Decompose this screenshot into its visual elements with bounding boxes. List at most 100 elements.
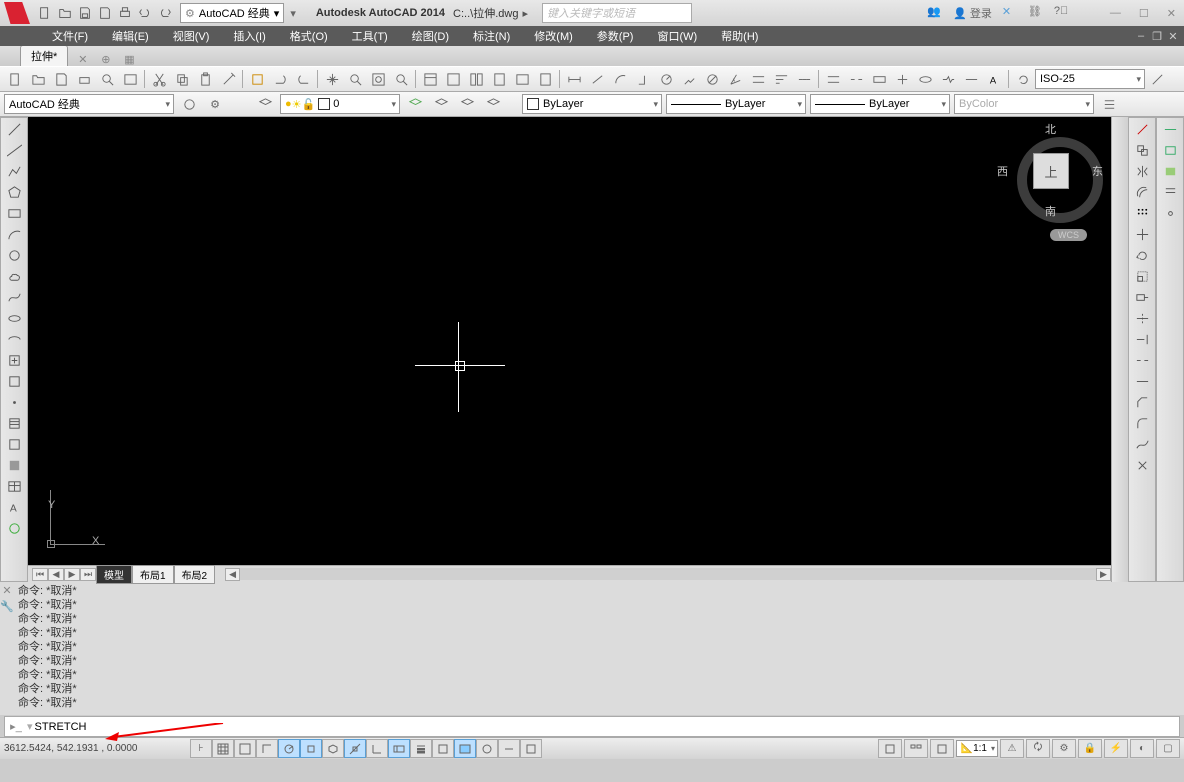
ellipse-icon[interactable] xyxy=(4,309,24,327)
copy-icon[interactable] xyxy=(171,68,193,90)
sheetset-icon[interactable] xyxy=(488,68,510,90)
workspace-selector[interactable]: ⚙ AutoCAD 经典 ▾ xyxy=(180,3,284,23)
area-icon[interactable] xyxy=(1160,141,1180,159)
diameter-dim-icon[interactable] xyxy=(701,68,723,90)
tab-menu-icon[interactable]: ▦ xyxy=(124,53,137,66)
menu-dimension[interactable]: 标注(N) xyxy=(461,28,522,44)
hscroll-right-icon[interactable]: ▶ xyxy=(1096,568,1111,581)
tab-plus-icon[interactable]: ⊕ xyxy=(101,53,114,66)
continue-dim-icon[interactable] xyxy=(793,68,815,90)
fillet-icon[interactable] xyxy=(1132,414,1152,432)
region-mass-icon[interactable] xyxy=(1160,162,1180,180)
angular-dim-icon[interactable] xyxy=(724,68,746,90)
maximize-icon[interactable]: ☐ xyxy=(1139,7,1149,20)
paste-icon[interactable] xyxy=(194,68,216,90)
menu-parametric[interactable]: 参数(P) xyxy=(585,28,646,44)
table-icon[interactable] xyxy=(4,477,24,495)
menu-help[interactable]: 帮助(H) xyxy=(709,28,770,44)
new-icon[interactable] xyxy=(4,68,26,90)
save-icon[interactable] xyxy=(76,4,94,22)
chevron-down-icon[interactable]: ▾ xyxy=(290,7,296,20)
chamfer-icon[interactable] xyxy=(1132,393,1152,411)
region-icon[interactable] xyxy=(4,456,24,474)
inspect-icon[interactable] xyxy=(914,68,936,90)
help-icon[interactable]: ?⃝ xyxy=(1054,5,1070,21)
spline-icon[interactable] xyxy=(4,288,24,306)
pan-icon[interactable] xyxy=(321,68,343,90)
ws-switch-icon[interactable]: ⚙ xyxy=(1052,739,1076,758)
layer-combo[interactable]: ● ☀ 🔓 0 xyxy=(280,94,400,114)
radius-dim-icon[interactable] xyxy=(655,68,677,90)
polar-icon[interactable] xyxy=(278,739,300,758)
dimstyle-combo[interactable]: ISO-25 xyxy=(1035,69,1145,89)
tab-prev-icon[interactable]: ◀ xyxy=(48,568,64,581)
point-icon[interactable] xyxy=(4,393,24,411)
otrack-icon[interactable] xyxy=(344,739,366,758)
polygon-icon[interactable] xyxy=(4,183,24,201)
cmd-close-icon[interactable]: ✕ xyxy=(2,584,11,597)
undo-icon[interactable] xyxy=(269,68,291,90)
addselected-icon[interactable] xyxy=(4,519,24,537)
id-icon[interactable] xyxy=(1160,204,1180,222)
array-icon[interactable] xyxy=(1132,204,1152,222)
toolpalettes-icon[interactable] xyxy=(465,68,487,90)
list-icon[interactable] xyxy=(1098,93,1120,115)
workspace-gear-icon[interactable]: ⚙ xyxy=(204,93,226,115)
quickcalc-icon[interactable] xyxy=(534,68,556,90)
vertical-scrollbar[interactable] xyxy=(1111,117,1128,582)
plotstyle-combo[interactable]: ByColor xyxy=(954,94,1094,114)
distance-icon[interactable] xyxy=(1160,120,1180,138)
designcenter-icon[interactable] xyxy=(442,68,464,90)
ordinate-dim-icon[interactable] xyxy=(632,68,654,90)
rectangle-icon[interactable] xyxy=(4,204,24,222)
layer-previous-icon[interactable] xyxy=(404,93,426,115)
cut-icon[interactable] xyxy=(148,68,170,90)
command-input[interactable] xyxy=(33,720,1179,734)
osnap-icon[interactable] xyxy=(300,739,322,758)
make-block-icon[interactable] xyxy=(4,372,24,390)
menu-file[interactable]: 文件(F) xyxy=(40,28,100,44)
break-icon[interactable] xyxy=(1132,351,1152,369)
menu-tools[interactable]: 工具(T) xyxy=(340,28,400,44)
minimize-icon[interactable]: — xyxy=(1110,7,1121,20)
offset-icon[interactable] xyxy=(1132,183,1152,201)
jogline-icon[interactable] xyxy=(937,68,959,90)
dyn-icon[interactable] xyxy=(388,739,410,758)
list2-icon[interactable] xyxy=(1160,183,1180,201)
hatch-icon[interactable] xyxy=(4,414,24,432)
tab-last-icon[interactable]: ⏭ xyxy=(80,568,96,581)
cmd-wrench-icon[interactable]: 🔧 xyxy=(0,600,14,613)
app-logo-icon[interactable] xyxy=(4,2,30,24)
open-icon[interactable] xyxy=(56,4,74,22)
circle-icon[interactable] xyxy=(4,246,24,264)
blend-icon[interactable] xyxy=(1132,435,1152,453)
viewcube-face[interactable]: 上 xyxy=(1033,153,1069,189)
arc-dim-icon[interactable] xyxy=(609,68,631,90)
baseline-dim-icon[interactable] xyxy=(770,68,792,90)
layer-manager-icon[interactable] xyxy=(254,93,276,115)
dimbreak-icon[interactable] xyxy=(845,68,867,90)
join-icon[interactable] xyxy=(1132,372,1152,390)
scale-icon[interactable] xyxy=(1132,267,1152,285)
qp-icon[interactable] xyxy=(454,739,476,758)
ducs-icon[interactable] xyxy=(366,739,388,758)
quickview-layouts-icon[interactable] xyxy=(904,739,928,758)
tab-document[interactable]: 拉伸* xyxy=(20,45,68,66)
tolerance-icon[interactable] xyxy=(868,68,890,90)
dimedit-icon[interactable] xyxy=(960,68,982,90)
matchprop-icon[interactable] xyxy=(217,68,239,90)
arc-icon[interactable] xyxy=(4,225,24,243)
layer-isolate-icon[interactable] xyxy=(456,93,478,115)
explode-icon[interactable] xyxy=(1132,456,1152,474)
menu-edit[interactable]: 编辑(E) xyxy=(100,28,161,44)
dimspace-icon[interactable] xyxy=(822,68,844,90)
toolbar-lock-icon[interactable]: 🔒 xyxy=(1078,739,1102,758)
print-icon[interactable] xyxy=(116,4,134,22)
linear-dim-icon[interactable] xyxy=(563,68,585,90)
3dosnap-icon[interactable] xyxy=(322,739,344,758)
menu-draw[interactable]: 绘图(D) xyxy=(400,28,461,44)
clean-screen-icon[interactable]: ▢ xyxy=(1156,739,1180,758)
modelspace-icon[interactable] xyxy=(878,739,902,758)
zoom-prev-icon[interactable] xyxy=(390,68,412,90)
tab-layout2[interactable]: 布局2 xyxy=(174,565,216,584)
